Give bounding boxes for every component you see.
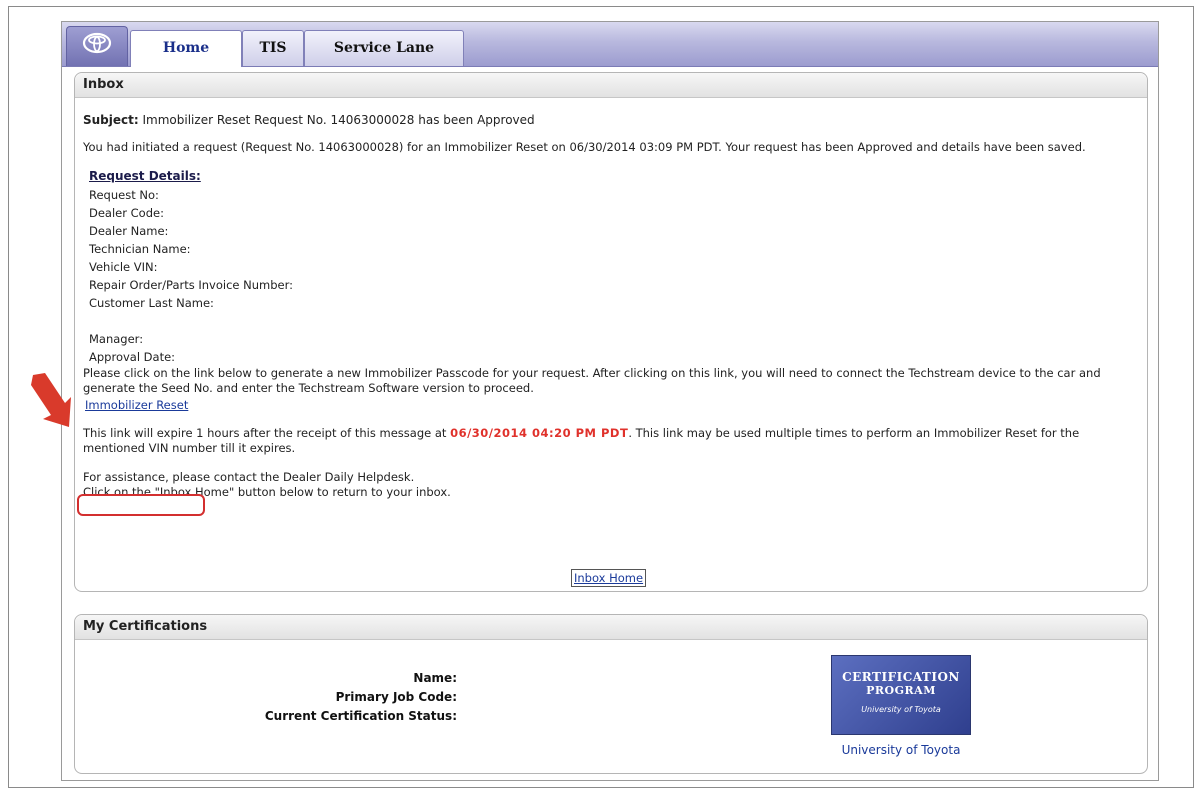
university-of-toyota-caption: University of Toyota — [841, 743, 961, 757]
detail-dealer-code: Dealer Code: — [89, 206, 164, 220]
expire-prefix: This link will expire 1 hours after the … — [83, 426, 447, 440]
red-arrow-icon — [31, 373, 71, 427]
tab-service-lane[interactable]: Service Lane — [304, 30, 464, 66]
immobilizer-reset-link[interactable]: Immobilizer Reset — [83, 397, 190, 414]
logo-line-1: CERTIFICATION — [842, 670, 960, 684]
detail-repair-order: Repair Order/Parts Invoice Number: — [89, 278, 294, 292]
cert-name-label: Name: — [413, 671, 457, 685]
toyota-logo-icon — [82, 32, 112, 54]
certifications-panel: My Certifications Name: Primary Job Code… — [74, 614, 1148, 774]
certification-program-logo: CERTIFICATION PROGRAM University of Toyo… — [831, 655, 971, 735]
toyota-logo-tab[interactable] — [66, 26, 128, 66]
certifications-panel-title: My Certifications — [75, 615, 1147, 640]
request-details-title: Request Details: — [89, 169, 201, 183]
inbox-panel-title: Inbox — [75, 73, 1147, 98]
dealer-daily-window: Home TIS Service Lane Inbox Subject: Imm… — [61, 21, 1159, 781]
tab-tis[interactable]: TIS — [242, 30, 304, 66]
expire-time: 06/30/2014 04:20 PM PDT — [450, 426, 629, 440]
tab-bar: Home TIS Service Lane — [62, 22, 1158, 67]
detail-manager: Manager: — [89, 332, 144, 346]
screenshot-frame: Home TIS Service Lane Inbox Subject: Imm… — [8, 6, 1194, 788]
message-intro: You had initiated a request (Request No.… — [83, 140, 1086, 154]
detail-technician-name: Technician Name: — [89, 242, 191, 256]
detail-gap — [89, 312, 1133, 330]
certification-labels: Name: Primary Job Code: Current Certific… — [265, 669, 457, 726]
subject-text: Immobilizer Reset Request No. 1406300002… — [142, 113, 535, 127]
detail-customer-last-name: Customer Last Name: — [89, 296, 214, 310]
assist-line-1: For assistance, please contact the Deale… — [83, 470, 415, 484]
detail-vehicle-vin: Vehicle VIN: — [89, 260, 158, 274]
cert-status-label: Current Certification Status: — [264, 709, 457, 723]
click-instruction: Please click on the link below to genera… — [83, 366, 1101, 395]
assist-line-2: Click on the "Inbox Home" button below t… — [83, 485, 451, 499]
detail-dealer-name: Dealer Name: — [89, 224, 169, 238]
inbox-home-button[interactable]: Inbox Home — [571, 569, 647, 587]
message-subject: Subject: Immobilizer Reset Request No. 1… — [83, 113, 1133, 128]
expire-notice: This link will expire 1 hours after the … — [83, 426, 1133, 456]
tab-home[interactable]: Home — [130, 30, 242, 67]
message-body: Subject: Immobilizer Reset Request No. 1… — [83, 113, 1133, 500]
inbox-panel: Inbox Subject: Immobilizer Reset Request… — [74, 72, 1148, 592]
detail-approval-date: Approval Date: — [89, 350, 176, 364]
reset-link-highlight — [77, 494, 205, 516]
logo-line-3: University of Toyota — [861, 705, 941, 714]
logo-line-2: PROGRAM — [866, 684, 936, 697]
subject-label: Subject: — [83, 113, 139, 127]
request-details-list: Request No: Dealer Code: Dealer Name: Te… — [89, 186, 1133, 366]
detail-request-no: Request No: — [89, 188, 159, 202]
cert-job-code-label: Primary Job Code: — [335, 690, 457, 704]
